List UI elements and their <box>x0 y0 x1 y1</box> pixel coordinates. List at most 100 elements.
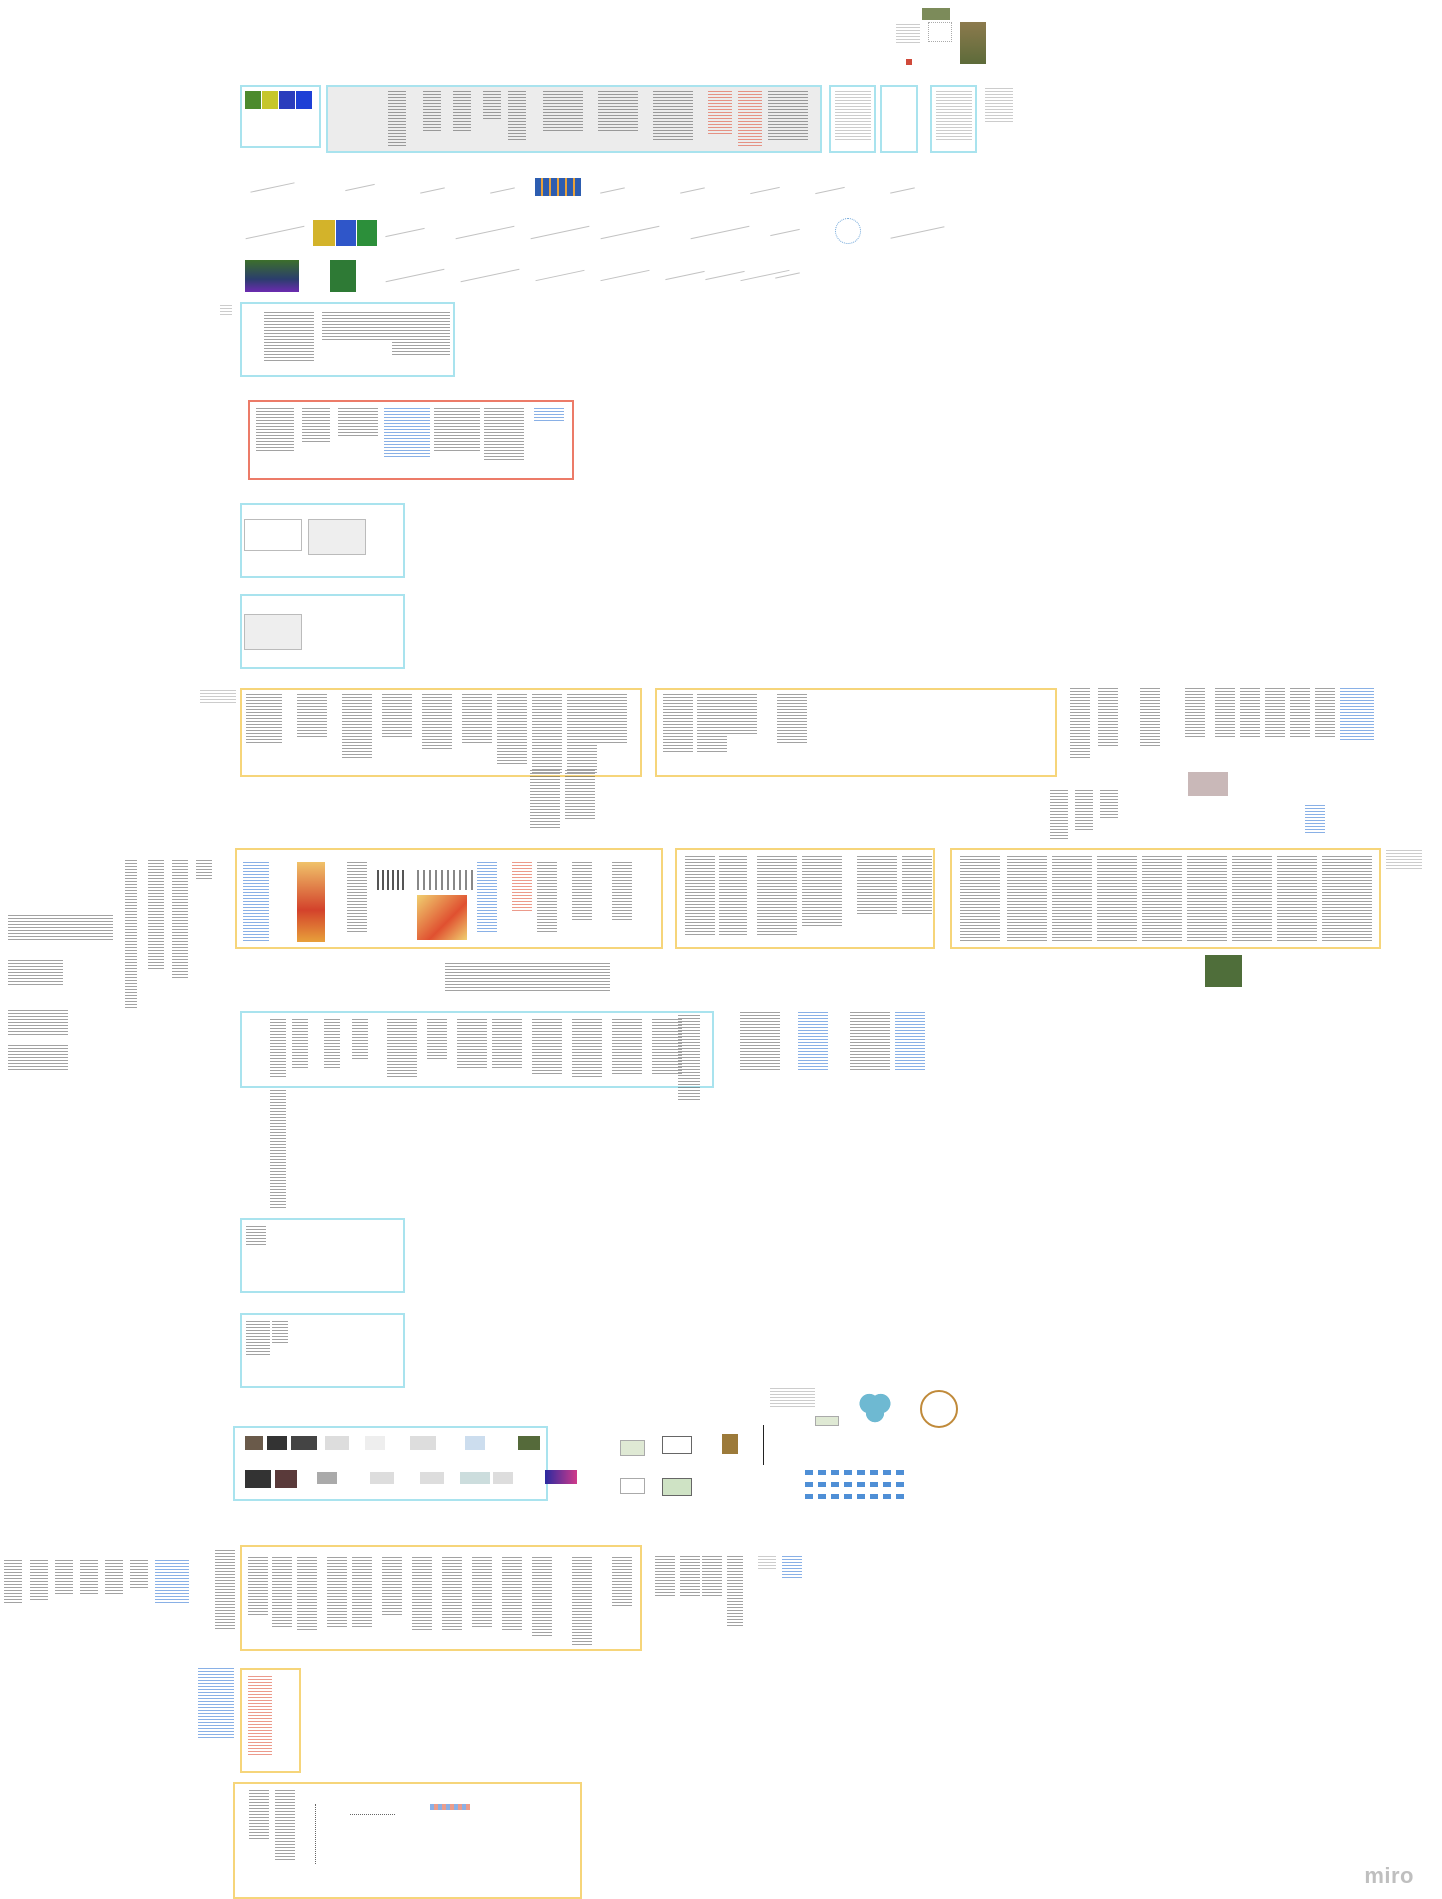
grid-square[interactable] <box>896 1482 904 1487</box>
board-frame[interactable] <box>240 1313 405 1388</box>
text-block <box>895 1012 925 1072</box>
sketch-drawing[interactable] <box>385 227 425 238</box>
cycle-diagram[interactable] <box>920 1390 958 1428</box>
text-block <box>719 856 747 936</box>
image-thumbnail[interactable] <box>960 22 986 64</box>
sketch-drawing[interactable] <box>835 218 861 244</box>
image-thumbnail[interactable] <box>336 220 356 246</box>
sketch-drawing[interactable] <box>490 187 515 194</box>
sketch-drawing[interactable] <box>815 186 845 195</box>
board-frame[interactable] <box>240 1668 301 1773</box>
text-block <box>347 862 367 932</box>
image-thumbnail[interactable] <box>1205 955 1242 987</box>
text-block <box>477 862 497 932</box>
image-thumbnail[interactable] <box>1188 772 1228 796</box>
sketch-drawing <box>315 1804 345 1864</box>
grid-square[interactable] <box>805 1482 813 1487</box>
board-frame[interactable] <box>930 85 977 153</box>
sketch-drawing[interactable] <box>600 225 660 240</box>
board-frame[interactable] <box>240 503 405 578</box>
board-frame[interactable] <box>240 688 642 777</box>
image-thumbnail[interactable] <box>535 178 581 196</box>
miro-board-canvas[interactable]: miro <box>0 0 1442 1899</box>
sketch-drawing[interactable] <box>890 187 915 194</box>
sketch-drawing[interactable] <box>690 225 750 240</box>
grid-square[interactable] <box>883 1482 891 1487</box>
board-frame[interactable] <box>675 848 935 949</box>
grid-square[interactable] <box>870 1482 878 1487</box>
bar-chart <box>417 870 477 890</box>
board-frame[interactable] <box>233 1426 548 1501</box>
grid-square[interactable] <box>870 1494 878 1499</box>
sketch-drawing[interactable] <box>600 187 625 194</box>
sketch-drawing[interactable] <box>460 268 520 283</box>
sketch-drawing[interactable] <box>680 187 705 194</box>
grid-square[interactable] <box>870 1470 878 1475</box>
grid-square[interactable] <box>857 1494 865 1499</box>
board-frame[interactable] <box>880 85 918 153</box>
grid-square[interactable] <box>857 1482 865 1487</box>
text-block <box>8 1010 68 1035</box>
grid-square[interactable] <box>896 1494 904 1499</box>
board-frame[interactable] <box>240 302 455 377</box>
grid-square[interactable] <box>818 1482 826 1487</box>
image-thumbnail[interactable] <box>928 22 952 42</box>
image-thumbnail[interactable] <box>313 220 335 246</box>
grid-square[interactable] <box>857 1470 865 1475</box>
grid-square[interactable] <box>844 1482 852 1487</box>
grid-square[interactable] <box>844 1470 852 1475</box>
image-thumbnail[interactable] <box>662 1436 692 1454</box>
image-thumbnail[interactable] <box>545 1470 577 1484</box>
sketch-drawing[interactable] <box>890 226 945 239</box>
board-frame[interactable] <box>240 85 321 148</box>
grid-square[interactable] <box>818 1470 826 1475</box>
image-thumbnail[interactable] <box>722 1434 738 1454</box>
sketch-drawing[interactable] <box>245 225 305 240</box>
image-thumbnail[interactable] <box>245 260 299 292</box>
image-thumbnail[interactable] <box>620 1478 645 1494</box>
grid-square[interactable] <box>844 1494 852 1499</box>
grid-square[interactable] <box>805 1470 813 1475</box>
board-frame[interactable] <box>326 85 822 153</box>
sketch-drawing[interactable] <box>420 187 445 194</box>
venn-diagram[interactable] <box>856 1390 894 1424</box>
board-frame[interactable] <box>240 1545 642 1651</box>
grid-square[interactable] <box>883 1494 891 1499</box>
board-frame[interactable] <box>240 1218 405 1293</box>
grid-square[interactable] <box>883 1470 891 1475</box>
sketch-drawing[interactable] <box>665 270 705 281</box>
board-frame[interactable] <box>235 848 663 949</box>
image-thumbnail[interactable] <box>620 1440 645 1456</box>
sketch-drawing[interactable] <box>600 269 650 282</box>
board-frame[interactable] <box>829 85 876 153</box>
grid-square[interactable] <box>896 1470 904 1475</box>
text-block <box>798 1012 828 1072</box>
sketch-drawing[interactable] <box>250 182 295 193</box>
grid-square[interactable] <box>831 1494 839 1499</box>
image-thumbnail[interactable] <box>357 220 377 246</box>
board-frame[interactable] <box>233 1782 582 1899</box>
image-thumbnail[interactable] <box>330 260 356 292</box>
sketch-drawing[interactable] <box>705 270 745 281</box>
sketch-drawing[interactable] <box>750 186 780 195</box>
sketch-drawing[interactable] <box>455 225 515 240</box>
image-thumbnail[interactable] <box>815 1416 839 1426</box>
board-frame[interactable] <box>240 594 405 669</box>
sketch-drawing[interactable] <box>345 183 375 192</box>
image-thumbnail[interactable] <box>922 8 950 20</box>
board-frame[interactable] <box>248 400 574 480</box>
sketch-drawing[interactable] <box>535 269 585 282</box>
board-frame[interactable] <box>655 688 1057 777</box>
sketch-drawing[interactable] <box>385 268 445 283</box>
grid-square[interactable] <box>805 1494 813 1499</box>
grid-square[interactable] <box>831 1482 839 1487</box>
sketch-drawing[interactable] <box>770 228 800 237</box>
image-thumbnail[interactable] <box>906 59 912 65</box>
board-frame[interactable] <box>950 848 1381 949</box>
image-thumbnail[interactable] <box>662 1478 692 1496</box>
grid-square[interactable] <box>831 1470 839 1475</box>
grid-square[interactable] <box>818 1494 826 1499</box>
sketch-drawing[interactable] <box>775 272 800 279</box>
board-frame[interactable] <box>240 1011 714 1088</box>
sketch-drawing[interactable] <box>530 225 590 240</box>
